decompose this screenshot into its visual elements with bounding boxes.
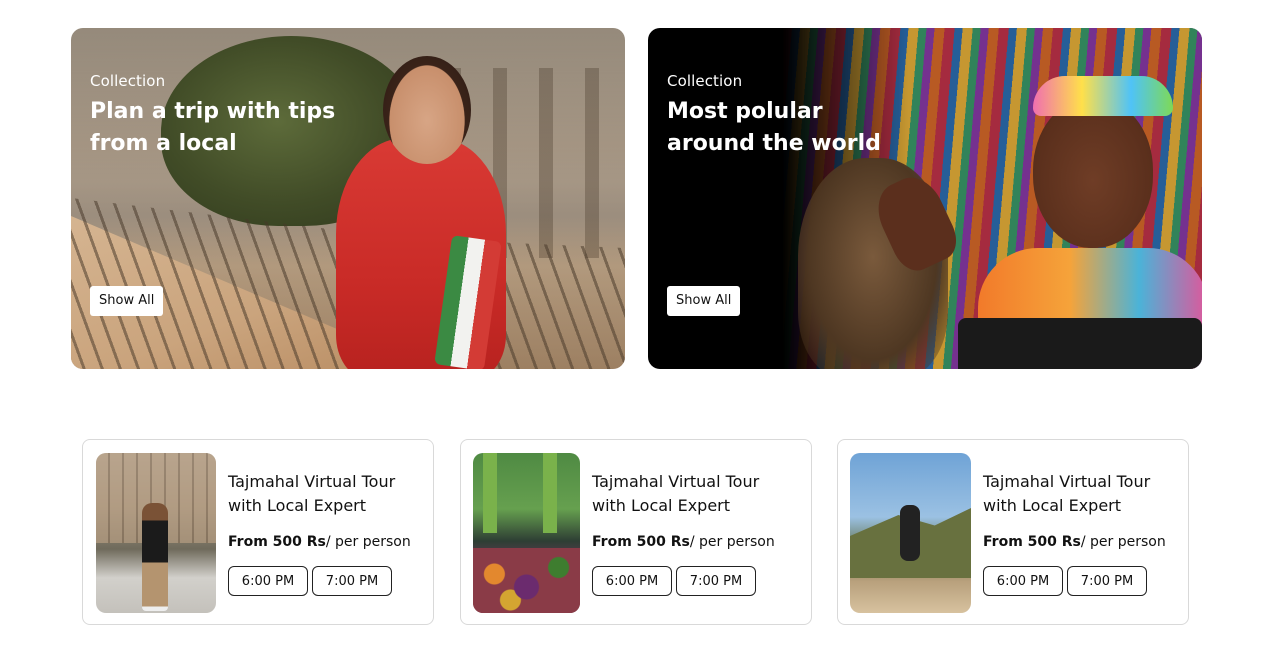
- banner-title: Most polular around the world: [667, 99, 881, 156]
- tour-card[interactable]: Tajmahal Virtual Tour with Local Expert …: [460, 439, 812, 625]
- price-suffix: / per person: [689, 534, 775, 550]
- price-amount: From 500 Rs: [228, 534, 326, 550]
- show-all-button[interactable]: Show All: [90, 286, 164, 316]
- tour-card[interactable]: Tajmahal Virtual Tour with Local Expert …: [82, 439, 434, 625]
- tour-title[interactable]: Tajmahal Virtual Tour with Local Expert: [983, 470, 1178, 518]
- banner-kicker: Collection: [90, 72, 166, 90]
- time-slot-button[interactable]: 7:00 PM: [312, 566, 392, 596]
- price-amount: From 500 Rs: [983, 534, 1081, 550]
- tour-price: From 500 Rs/ per person: [228, 534, 411, 550]
- tour-title[interactable]: Tajmahal Virtual Tour with Local Expert: [228, 470, 423, 518]
- time-slot-button[interactable]: 7:00 PM: [1067, 566, 1147, 596]
- time-slot-button[interactable]: 6:00 PM: [592, 566, 672, 596]
- time-slot-button[interactable]: 6:00 PM: [228, 566, 308, 596]
- collection-banner-popular[interactable]: Collection Most polular around the world…: [648, 28, 1202, 369]
- tour-thumbnail[interactable]: [96, 453, 216, 613]
- tour-card[interactable]: Tajmahal Virtual Tour with Local Expert …: [837, 439, 1189, 625]
- time-slot-button[interactable]: 6:00 PM: [983, 566, 1063, 596]
- price-suffix: / per person: [325, 534, 411, 550]
- tour-thumbnail[interactable]: [850, 453, 971, 613]
- banner-title: Plan a trip with tips from a local: [90, 99, 336, 156]
- tour-thumbnail[interactable]: [473, 453, 580, 613]
- price-amount: From 500 Rs: [592, 534, 690, 550]
- price-suffix: / per person: [1080, 534, 1166, 550]
- tour-price: From 500 Rs/ per person: [983, 534, 1166, 550]
- tour-title[interactable]: Tajmahal Virtual Tour with Local Expert: [592, 470, 787, 518]
- show-all-button[interactable]: Show All: [667, 286, 741, 316]
- banner-kicker: Collection: [667, 72, 743, 90]
- tour-price: From 500 Rs/ per person: [592, 534, 775, 550]
- time-slot-button[interactable]: 7:00 PM: [676, 566, 756, 596]
- collection-banner-local-tips[interactable]: Collection Plan a trip with tips from a …: [71, 28, 625, 369]
